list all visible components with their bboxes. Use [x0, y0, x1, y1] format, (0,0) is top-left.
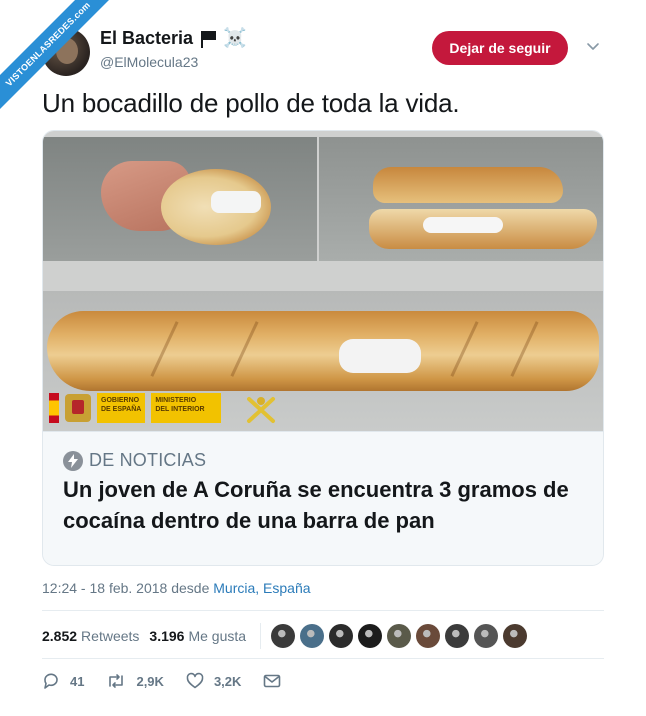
baguette	[47, 311, 599, 391]
packet	[423, 217, 503, 233]
retweet-count[interactable]: 2.852	[42, 628, 77, 644]
direct-message-action[interactable]	[263, 673, 281, 689]
liker-avatar[interactable]	[474, 624, 499, 648]
stats-separator	[260, 623, 262, 649]
divider	[42, 610, 604, 611]
watermark-ribbon: VISTOENLASREDES.com	[0, 0, 130, 130]
bread-top-half	[373, 167, 563, 203]
retweet-label[interactable]: Retweets	[81, 628, 139, 644]
heart-icon	[186, 672, 204, 689]
retweet-action-count: 2,9K	[136, 673, 164, 689]
card-source-name: DE NOTICIAS	[89, 450, 207, 470]
card-image[interactable]: GOBIERNO DE ESPAÑA MINISTERIO DEL INTERI…	[43, 131, 603, 431]
watermark-text: VISTOENLASREDES.com	[0, 0, 128, 124]
card-title[interactable]: Un joven de A Coruña se encuentra 3 gram…	[63, 474, 583, 536]
liker-avatar[interactable]	[387, 624, 412, 648]
crest-icon	[65, 394, 91, 422]
divider	[42, 658, 604, 659]
packet	[211, 191, 261, 213]
stats-row: 2.852 Retweets 3.196 Me gusta	[42, 623, 528, 649]
liker-avatar[interactable]	[416, 624, 441, 648]
liker-avatar[interactable]	[358, 624, 383, 648]
spain-flag-icon	[49, 393, 59, 423]
reply-action[interactable]: 41	[42, 672, 84, 690]
chevron-down-icon[interactable]	[585, 38, 601, 54]
liker-avatar[interactable]	[445, 624, 470, 648]
unfollow-button[interactable]: Dejar de seguir	[432, 31, 568, 65]
guardia-civil-emblem-icon	[247, 397, 275, 423]
ministerio-label: MINISTERIO DEL INTERIOR	[151, 393, 222, 423]
government-logo: GOBIERNO DE ESPAÑA MINISTERIO DEL INTERI…	[49, 393, 222, 423]
skull-icon: ☠️	[223, 28, 247, 49]
liker-avatars	[271, 624, 528, 648]
liker-avatar[interactable]	[329, 624, 354, 648]
reply-icon	[44, 673, 58, 689]
like-action-count: 3,2K	[213, 673, 242, 689]
liker-avatar[interactable]	[503, 624, 528, 648]
retweet-action[interactable]: 2,9K	[106, 672, 164, 690]
lightning-icon	[63, 450, 83, 471]
envelope-icon	[264, 674, 281, 688]
link-card[interactable]: GOBIERNO DE ESPAÑA MINISTERIO DEL INTERI…	[42, 130, 604, 566]
black-flag-icon	[199, 30, 217, 48]
packet	[339, 339, 421, 373]
actions-row: 41 2,9K 3,2K	[42, 672, 303, 690]
liker-avatar[interactable]	[271, 624, 296, 648]
location-link[interactable]: Murcia, España	[213, 580, 310, 596]
liker-avatar[interactable]	[300, 624, 325, 648]
retweet-icon	[109, 674, 124, 688]
card-source: DE NOTICIAS	[63, 450, 206, 471]
timestamp[interactable]: 12:24 - 18 feb. 2018 desde	[42, 580, 213, 596]
like-count[interactable]: 3.196	[149, 628, 184, 644]
timestamp-row: 12:24 - 18 feb. 2018 desde Murcia, Españ…	[42, 580, 311, 596]
like-action[interactable]: 3,2K	[186, 672, 241, 690]
like-label[interactable]: Me gusta	[188, 628, 246, 644]
gobierno-label: GOBIERNO DE ESPAÑA	[97, 393, 146, 423]
card-body[interactable]: DE NOTICIAS Un joven de A Coruña se encu…	[43, 431, 603, 565]
reply-count: 41	[70, 673, 85, 689]
